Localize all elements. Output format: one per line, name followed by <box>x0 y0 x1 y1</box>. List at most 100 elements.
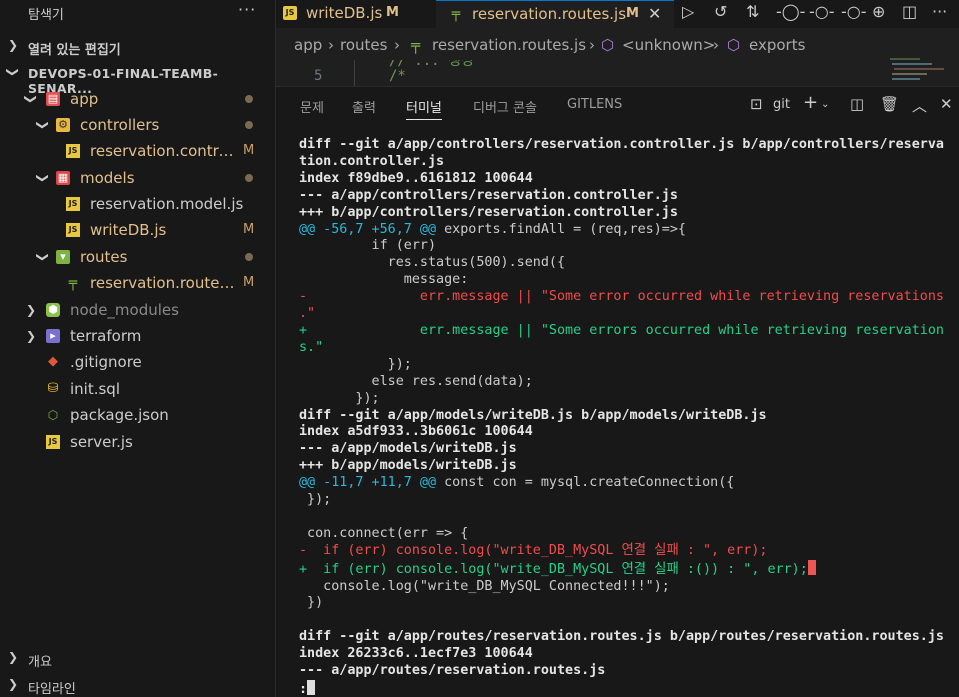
tab-label: reservation.routes.js <box>472 5 627 23</box>
chevron-right-icon: ❯ <box>8 677 19 691</box>
compare-changes-icon[interactable]: ⇅ <box>746 2 759 21</box>
gitlens-icon[interactable]: ⊕ <box>872 2 885 21</box>
maximize-panel-icon[interactable]: ︿ <box>912 95 927 116</box>
terminal-line: }); <box>299 390 380 406</box>
tree-item-label: app <box>70 90 99 108</box>
tree-item-init-sql[interactable]: ⛁ init.sql <box>0 376 275 402</box>
terminal-line: index 26233c6..1ecf7e3 100644 <box>299 646 533 662</box>
terminal-hunk-header: @@ -56,7 +56,7 @@ <box>299 221 437 237</box>
terminal-line: const con = mysql.createConnection({ <box>436 475 735 491</box>
outline-label: 개요 <box>28 655 52 670</box>
timeline-section[interactable]: ❯ 타임라인 <box>0 675 275 697</box>
terminal-line: }); <box>299 492 332 508</box>
tree-item-reservation-model[interactable]: JS reservation.model.js <box>0 191 275 217</box>
chevron-right-icon: ❯ <box>8 650 19 664</box>
folder-controllers-icon: ⚙ <box>56 118 70 132</box>
js-icon: JS <box>66 223 80 237</box>
tree-item-controllers[interactable]: ❯ ⚙ controllers <box>0 112 275 138</box>
close-icon[interactable]: ✕ <box>648 1 661 27</box>
terminal-line: diff --git a/app/models/writeDB.js b/app… <box>299 407 767 423</box>
tree-item-terraform[interactable]: ❯ ▸ terraform <box>0 323 275 349</box>
tree-item-label: reservation.model.js <box>90 195 244 213</box>
tree-item-routes[interactable]: ❯ ▾ routes <box>0 244 275 270</box>
terminal-shell-label[interactable]: git <box>773 97 790 112</box>
breadcrumb-app[interactable]: app <box>294 36 322 54</box>
database-icon: ⛁ <box>47 381 59 396</box>
terminal-shell-icon[interactable]: ⊡ <box>750 95 763 113</box>
history-icon[interactable]: ↺ <box>714 2 727 21</box>
tab-reservation-routes[interactable]: ╤ reservation.routes.js M ✕ <box>436 0 674 28</box>
next-commit-icon[interactable]: -○- <box>841 2 867 21</box>
routes-icon: ╤ <box>68 275 78 291</box>
tree-item-models[interactable]: ❯ ▦ models <box>0 165 275 191</box>
trailing-whitespace-marker <box>807 559 816 575</box>
tree-item-app[interactable]: ❯ ▤ app <box>0 86 275 112</box>
chevron-down-icon: ❯ <box>6 66 21 78</box>
trash-icon[interactable]: 🗑 <box>880 95 899 113</box>
tree-item-reservation-controller[interactable]: JS reservation.contro... M <box>0 138 275 164</box>
run-icon[interactable]: ▷ <box>682 2 694 21</box>
tree-item-label: terraform <box>70 327 142 345</box>
line-number: 5 <box>314 68 323 84</box>
folder-app-icon: ▤ <box>46 92 60 106</box>
breadcrumb-separator: › <box>394 36 400 54</box>
tree-item-gitignore[interactable]: ◆ .gitignore <box>0 349 275 375</box>
tab-writedb[interactable]: JS writeDB.js M <box>276 0 436 28</box>
breadcrumb-file[interactable]: reservation.routes.js <box>432 36 586 54</box>
breadcrumb-separator: › <box>328 36 334 54</box>
tree-item-writedb[interactable]: JS writeDB.js M <box>0 217 275 243</box>
terminal-hunk-header: @@ -11,7 +11,7 @@ <box>299 475 437 491</box>
terminal-line: tion.controller.js <box>299 153 445 169</box>
terminal-output[interactable]: diff --git a/app/controllers/reservation… <box>299 137 949 697</box>
terminal-added-line: s." <box>299 339 324 355</box>
terminal-line: message: <box>299 272 469 288</box>
more-actions-icon[interactable]: ··· <box>932 2 947 21</box>
chevron-right-icon: ❯ <box>8 38 19 52</box>
chevron-down-icon: ❯ <box>36 172 51 184</box>
modified-dot-icon <box>245 95 253 103</box>
tab-gitlens[interactable]: GITLENS <box>567 97 622 112</box>
tree-item-label: controllers <box>80 116 160 134</box>
chevron-down-icon[interactable]: ⌄ <box>821 99 829 110</box>
tree-item-node-modules[interactable]: ❯ ⬢ node_modules <box>0 297 275 323</box>
terminal-line: }) <box>299 595 324 611</box>
terminal-line: console.log("write_DB_MySQL Connected!!!… <box>299 578 670 594</box>
code-editor[interactable]: // ... 생성 5 /* <box>276 60 959 86</box>
terminal-line: --- a/app/routes/reservation.routes.js <box>299 663 606 679</box>
previous-commit-icon[interactable]: -○- <box>809 2 835 21</box>
explorer-header: 탐색기 ··· <box>0 0 275 26</box>
close-icon[interactable]: ✕ <box>940 95 953 113</box>
new-terminal-icon[interactable]: + <box>803 92 818 113</box>
tree-item-server-js[interactable]: JS server.js <box>0 429 275 455</box>
git-commit-icon[interactable]: -◯- <box>776 2 805 21</box>
tree-item-label: server.js <box>70 433 133 451</box>
indent-guide <box>354 60 355 86</box>
modified-dot-icon <box>245 174 253 182</box>
split-terminal-icon[interactable]: ◫ <box>850 95 864 113</box>
tree-item-label: package.json <box>70 406 169 424</box>
breadcrumb-routes[interactable]: routes <box>340 36 387 54</box>
tab-terminal[interactable]: 터미널 <box>406 97 442 120</box>
terminal-line: else res.send(data); <box>299 373 533 389</box>
breadcrumb-symbol-exports[interactable]: exports <box>749 36 805 54</box>
tab-output[interactable]: 출력 <box>352 97 376 116</box>
breadcrumb-symbol-unknown[interactable]: <unknown> <box>622 36 715 54</box>
symbol-icon: ⬡ <box>601 36 615 54</box>
project-section[interactable]: ❯ DEVOPS-01-FINAL-TEAMB-SENAR... <box>0 63 275 96</box>
tree-item-label: writeDB.js <box>90 221 167 239</box>
outline-section[interactable]: ❯ 개요 <box>0 648 275 672</box>
tree-item-package-json[interactable]: ⬡ package.json <box>0 402 275 428</box>
terminal-line: +++ b/app/models/writeDB.js <box>299 458 517 474</box>
more-actions-icon[interactable]: ··· <box>238 0 256 19</box>
symbol-icon: ⬡ <box>727 36 741 54</box>
tab-problems[interactable]: 문제 <box>300 97 324 116</box>
tree-item-reservation-routes[interactable]: ╤ reservation.routes... M <box>0 270 275 296</box>
chevron-down-icon: ❯ <box>24 93 39 105</box>
breadcrumb: app › routes › ╤ reservation.routes.js ›… <box>276 34 959 58</box>
open-editors-section[interactable]: ❯ 열려 있는 편집기 <box>0 36 275 60</box>
split-editor-icon[interactable]: ◫ <box>902 2 917 21</box>
minimap[interactable] <box>886 56 950 86</box>
terminal-removed-line: - if (err) console.log("write_DB_MySQL 연… <box>299 542 768 558</box>
tab-debug-console[interactable]: 디버그 콘솔 <box>473 97 537 116</box>
chevron-down-icon: ❯ <box>36 119 51 131</box>
